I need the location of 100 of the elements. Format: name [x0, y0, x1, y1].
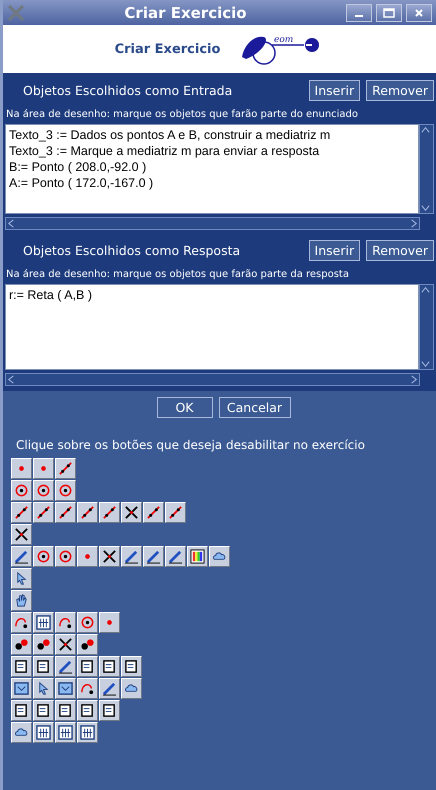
close-icon — [414, 8, 424, 18]
tool-button[interactable] — [121, 502, 142, 523]
maximize-button[interactable] — [376, 4, 402, 22]
horizontal-scrollbar[interactable] — [5, 373, 420, 386]
vertical-scrollbar[interactable] — [419, 124, 434, 214]
tool-button[interactable] — [77, 700, 98, 721]
tool-button[interactable] — [165, 546, 186, 567]
tool-button[interactable] — [99, 700, 120, 721]
document-icon — [58, 703, 73, 718]
tool-button[interactable] — [11, 612, 32, 633]
tool-button[interactable] — [77, 678, 98, 699]
tool-button[interactable] — [99, 656, 120, 677]
tool-button[interactable] — [187, 546, 208, 567]
tool-button[interactable] — [33, 612, 54, 633]
document-icon — [80, 659, 95, 674]
tool-button[interactable] — [11, 524, 32, 545]
tool-button[interactable] — [11, 700, 32, 721]
tool-button[interactable] — [209, 546, 230, 567]
tool-button[interactable] — [11, 590, 32, 611]
document-icon — [102, 703, 117, 718]
remove-button[interactable]: Remover — [366, 80, 434, 100]
window-title: Criar Exercicio — [123, 4, 248, 22]
document-icon — [14, 659, 29, 674]
tool-button[interactable] — [99, 678, 120, 699]
grid-icon — [58, 725, 73, 740]
circle-icon — [58, 549, 73, 564]
object-line: B:= Ponto ( 208.0,-92.0 ) — [9, 159, 148, 175]
tool-button[interactable] — [55, 634, 76, 655]
instruction-text: Clique sobre os botões que deseja desabilitar no exercício — [16, 438, 366, 452]
segment-icon — [36, 505, 51, 520]
tool-button[interactable] — [99, 502, 120, 523]
vertical-scrollbar[interactable] — [419, 284, 434, 370]
tool-button[interactable] — [11, 568, 32, 589]
segment-icon — [102, 505, 117, 520]
objects-list[interactable]: r:= Reta ( A,B ) — [5, 284, 419, 370]
cancel-button[interactable]: Cancelar — [218, 397, 290, 418]
tool-button[interactable] — [121, 656, 142, 677]
tool-button[interactable] — [33, 700, 54, 721]
document-icon — [102, 659, 117, 674]
hint-text: Na área de desenho: marque os objetos que farão parte do enunciado — [5, 108, 360, 122]
object-line: Texto_3 := Dados os pontos A e B, construir a mediatriz m — [9, 127, 332, 143]
minimize-icon — [355, 14, 363, 16]
pen-icon — [146, 549, 161, 564]
minimize-button[interactable] — [346, 4, 372, 22]
document-icon — [124, 659, 139, 674]
insert-button[interactable]: Inserir — [308, 80, 360, 100]
object-line: r:= Reta ( A,B ) — [9, 287, 94, 303]
tool-button[interactable] — [55, 612, 76, 633]
document-icon — [80, 703, 95, 718]
tool-button[interactable] — [33, 634, 54, 655]
tool-button[interactable] — [11, 678, 32, 699]
tool-button[interactable] — [55, 678, 76, 699]
grid-icon — [36, 725, 51, 740]
tool-button[interactable] — [77, 656, 98, 677]
cross-icon — [102, 549, 117, 564]
insert-button[interactable]: Inserir — [308, 240, 360, 260]
tool-button[interactable] — [55, 656, 76, 677]
tool-button[interactable] — [55, 700, 76, 721]
tool-button[interactable] — [11, 502, 32, 523]
objects-list[interactable]: Texto_3 := Dados os pontos A e B, construir a mediatriz m Texto_3 := Marque a mediatriz m para enviar a resposta B:= Ponto ( 208.0,-92.0 ) A:= Ponto ( 172.0,-167.0 ) — [5, 124, 419, 214]
tool-button[interactable] — [11, 722, 32, 743]
tool-button[interactable] — [77, 502, 98, 523]
segment-icon — [14, 505, 29, 520]
tool-button[interactable] — [77, 722, 98, 743]
circle-icon — [80, 615, 95, 630]
circle-icon — [14, 483, 29, 498]
remove-button[interactable]: Remover — [366, 240, 434, 260]
grid-icon — [80, 725, 95, 740]
tool-button[interactable] — [33, 656, 54, 677]
pen-icon — [168, 549, 183, 564]
horizontal-scrollbar[interactable] — [5, 217, 420, 230]
tool-button[interactable] — [33, 502, 54, 523]
tool-button[interactable] — [11, 634, 32, 655]
header-title: Criar Exercicio — [114, 42, 220, 56]
segment-icon — [168, 505, 183, 520]
tool-button[interactable] — [121, 678, 142, 699]
close-button[interactable] — [406, 4, 432, 22]
tool-button[interactable] — [11, 656, 32, 677]
cluster-icon — [80, 637, 95, 652]
tool-button[interactable] — [143, 502, 164, 523]
tool-button[interactable] — [55, 722, 76, 743]
tool-button[interactable] — [99, 546, 120, 567]
tool-button[interactable] — [121, 546, 142, 567]
section-title: Objetos Escolhidos como Entrada — [23, 82, 234, 98]
tool-button[interactable] — [11, 546, 32, 567]
tool-button[interactable] — [165, 502, 186, 523]
maximize-icon — [383, 8, 395, 18]
tool-button[interactable] — [143, 546, 164, 567]
ok-button[interactable]: OK — [156, 397, 212, 418]
tool-button[interactable] — [33, 722, 54, 743]
segment-icon — [80, 505, 95, 520]
document-icon — [14, 703, 29, 718]
object-line: A:= Ponto ( 172.0,-167.0 ) — [9, 175, 154, 191]
tool-button[interactable] — [55, 458, 76, 479]
circle-icon — [36, 549, 51, 564]
tool-button[interactable] — [77, 634, 98, 655]
logo-drawing: eom — [234, 31, 324, 67]
tool-button[interactable] — [55, 502, 76, 523]
tool-button[interactable] — [33, 678, 54, 699]
object-line: Texto_3 := Marque a mediatriz m para enviar a resposta — [9, 143, 320, 159]
